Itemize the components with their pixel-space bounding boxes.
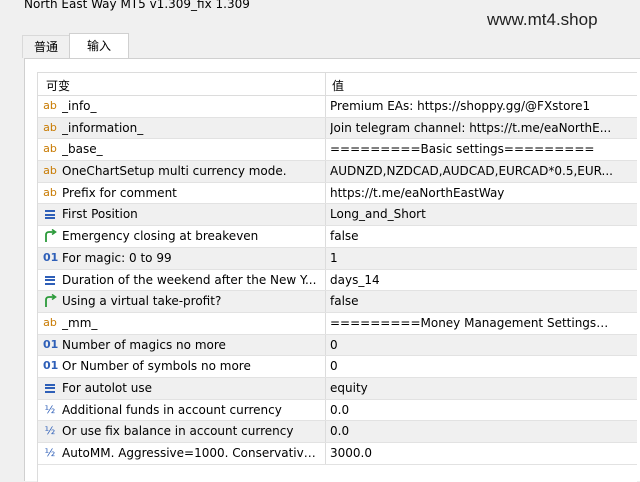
- column-divider: [325, 312, 326, 334]
- ab-string-icon: ab: [43, 315, 57, 329]
- ab-string-icon: ab: [43, 164, 57, 178]
- parameter-name: _mm_: [62, 315, 98, 330]
- parameter-value[interactable]: false: [330, 294, 615, 308]
- parameter-name: Or Number of symbols no more: [62, 359, 251, 374]
- column-divider: [325, 96, 326, 117]
- parameter-name: AutoMM. Aggressive=1000. Conservative...: [62, 446, 320, 460]
- parameter-value[interactable]: =========Money Management Settings=...: [330, 316, 615, 330]
- table-row[interactable]: ab _info_ Premium EAs: https://shoppy.gg/@…: [38, 96, 637, 118]
- column-divider: [325, 117, 326, 139]
- parameter-name: First Position: [62, 207, 138, 222]
- parameter-value[interactable]: 0: [330, 338, 615, 352]
- table-row[interactable]: ½ Or use fix balance in account currency 0…: [38, 421, 637, 443]
- column-divider: [325, 182, 326, 204]
- parameter-value[interactable]: days_14: [330, 273, 615, 287]
- ab-string-icon: ab: [43, 99, 57, 112]
- table-row[interactable]: First Position Long_and_Short: [38, 204, 637, 227]
- table-row[interactable]: ½ Additional funds in account currency 0.0: [38, 399, 637, 422]
- column-divider: [325, 139, 326, 161]
- enum-list-icon: [43, 381, 57, 395]
- enum-list-icon: [43, 273, 57, 287]
- int-01-icon: 01: [43, 337, 59, 351]
- parameter-name: OneChartSetup multi currency mode.: [62, 164, 287, 179]
- table-row[interactable]: ab OneChartSetup multi currency mode. AUDN…: [38, 161, 637, 183]
- half-double-icon: ½: [44, 446, 56, 459]
- ab-string-icon: ab: [43, 120, 57, 134]
- parameter-name: For autolot use: [62, 380, 153, 395]
- column-divider: [325, 356, 326, 377]
- column-header-variable[interactable]: 可变: [46, 77, 70, 94]
- column-divider: [325, 247, 326, 269]
- parameter-value[interactable]: Join telegram channel: https://t.me/eaNo…: [330, 121, 615, 135]
- parameter-name: For magic: 0 to 99: [62, 250, 172, 265]
- parameter-name: Additional funds in account currency: [62, 402, 282, 417]
- window-title: North East Way MT5 v1.309_fix 1.309: [24, 0, 250, 11]
- table-row[interactable]: ½ AutoMM. Aggressive=1000. Conservative..…: [38, 443, 637, 465]
- parameter-value[interactable]: 1: [330, 251, 615, 265]
- parameter-value[interactable]: Long_and_Short: [330, 207, 615, 221]
- int-01-icon: 01: [43, 359, 59, 373]
- parameter-name: Number of magics no more: [62, 337, 226, 352]
- watermark: www.mt4.shop: [487, 10, 598, 29]
- int-01-icon: 01: [43, 250, 59, 264]
- column-divider: [325, 443, 326, 464]
- table-row[interactable]: ab _base_ =========Basic settings=========: [38, 139, 637, 162]
- parameter-name: _base_: [62, 142, 103, 157]
- bool-arrow-icon: [43, 294, 57, 308]
- table-row[interactable]: Emergency closing at breakeven false: [38, 226, 637, 248]
- parameter-value[interactable]: =========Basic settings=========: [330, 142, 615, 156]
- column-header-value[interactable]: 值: [332, 77, 344, 94]
- column-divider: [325, 421, 326, 442]
- parameter-value[interactable]: false: [330, 229, 615, 243]
- table-row[interactable]: Using a virtual take-profit? false: [38, 291, 637, 313]
- parameter-value[interactable]: 3000.0: [330, 446, 615, 460]
- parameter-value[interactable]: 0.0: [330, 403, 615, 417]
- parameter-name: _info_: [62, 99, 97, 113]
- parameter-value[interactable]: equity: [330, 381, 615, 395]
- half-double-icon: ½: [44, 424, 56, 438]
- table-row[interactable]: 01 For magic: 0 to 99 1: [38, 247, 637, 270]
- table-header: 可变 值: [38, 73, 637, 96]
- table-body: ab _info_ Premium EAs: https://shoppy.gg/@…: [38, 96, 637, 465]
- parameter-value[interactable]: AUDNZD,NZDCAD,AUDCAD,EURCAD*0.5,EUR...: [330, 164, 615, 178]
- parameter-value[interactable]: Premium EAs: https://shoppy.gg/@FXstore1: [330, 99, 615, 113]
- table-row[interactable]: ab Prefix for comment https://t.me/eaNorth…: [38, 182, 637, 205]
- table-row[interactable]: ab _mm_ =========Money Management Settings…: [38, 312, 637, 335]
- column-divider: [325, 291, 326, 312]
- tab-inputs[interactable]: 输入: [69, 33, 129, 58]
- half-double-icon: ½: [44, 402, 56, 416]
- parameter-name: Duration of the weekend after the New Y.…: [62, 272, 317, 287]
- parameter-name: Or use fix balance in account currency: [62, 424, 294, 439]
- column-divider: [325, 334, 326, 356]
- column-divider: [325, 226, 326, 247]
- parameter-name: _information_: [62, 120, 144, 135]
- tab-general[interactable]: 普通: [22, 35, 70, 58]
- parameter-value[interactable]: 0: [330, 359, 615, 373]
- parameter-name: Using a virtual take-profit?: [62, 294, 222, 309]
- parameter-value[interactable]: 0.0: [330, 424, 615, 438]
- column-divider: [325, 377, 326, 399]
- column-divider: [325, 161, 326, 182]
- table-row[interactable]: 01 Number of magics no more 0: [38, 334, 637, 357]
- inputs-panel: 可变 值 ab _info_ Premium EAs: https://shoppy…: [24, 58, 640, 482]
- column-divider: [325, 399, 326, 421]
- column-divider: [325, 269, 326, 291]
- parameter-name: Prefix for comment: [62, 185, 177, 200]
- table-row[interactable]: Duration of the weekend after the New Y.…: [38, 269, 637, 292]
- column-divider[interactable]: [325, 73, 326, 95]
- enum-list-icon: [43, 207, 57, 221]
- table-row[interactable]: For autolot use equity: [38, 377, 637, 400]
- ab-string-icon: ab: [43, 142, 57, 156]
- inputs-table: 可变 值 ab _info_ Premium EAs: https://shoppy…: [37, 72, 637, 482]
- parameter-name: Emergency closing at breakeven: [62, 229, 259, 244]
- bool-arrow-icon: [43, 229, 57, 243]
- parameter-value[interactable]: https://t.me/eaNorthEastWay: [330, 186, 615, 200]
- ab-string-icon: ab: [43, 185, 57, 199]
- table-row[interactable]: ab _information_ Join telegram channel: ht…: [38, 117, 637, 140]
- table-row[interactable]: 01 Or Number of symbols no more 0: [38, 356, 637, 378]
- column-divider: [325, 204, 326, 226]
